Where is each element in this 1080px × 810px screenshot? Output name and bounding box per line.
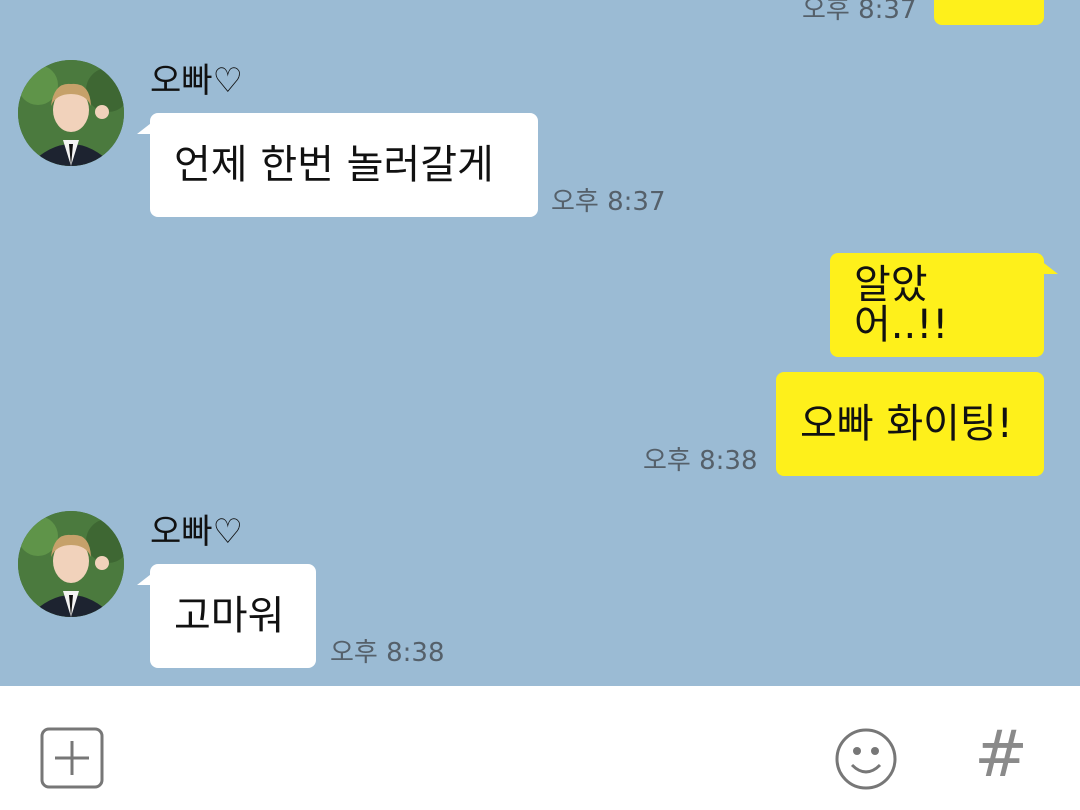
message-time: 오후 8:38 [643, 446, 758, 476]
input-bar: # [0, 686, 1080, 810]
sender-name: 오빠♡ [150, 512, 244, 552]
sender-name: 오빠♡ [150, 61, 244, 101]
plus-icon[interactable] [40, 727, 104, 789]
incoming-bubble[interactable]: 고마워 [150, 564, 316, 668]
incoming-bubble[interactable]: 언제 한번 놀러갈게 [150, 113, 538, 217]
message-time: 오후 8:37 [802, 0, 917, 25]
avatar[interactable] [18, 60, 124, 166]
message-text: 언제 한번 놀러갈게 [174, 142, 494, 188]
message-time: 오후 8:37 [551, 187, 666, 217]
avatar[interactable] [18, 511, 124, 617]
emoji-icon[interactable] [834, 727, 898, 791]
message-time: 오후 8:38 [330, 638, 445, 668]
hash-label: # [974, 718, 1028, 792]
outgoing-bubble[interactable]: 오빠 화이팅! [776, 372, 1044, 476]
hash-icon[interactable]: # [972, 720, 1030, 790]
message-text: 오빠 화이팅! [800, 401, 1013, 447]
avatar-photo [18, 511, 124, 617]
message-text: 알았어..!! [854, 262, 949, 348]
outgoing-bubble[interactable]: 알았어..!! [830, 253, 1044, 357]
outgoing-bubble-partial[interactable] [934, 0, 1044, 25]
message-text: 고마워 [174, 593, 285, 639]
chat-area[interactable]: 오후 8:37 오빠♡ 언제 한번 놀러갈게 오후 8:37 알았어..!! 오… [0, 0, 1080, 686]
avatar-photo [18, 60, 124, 166]
